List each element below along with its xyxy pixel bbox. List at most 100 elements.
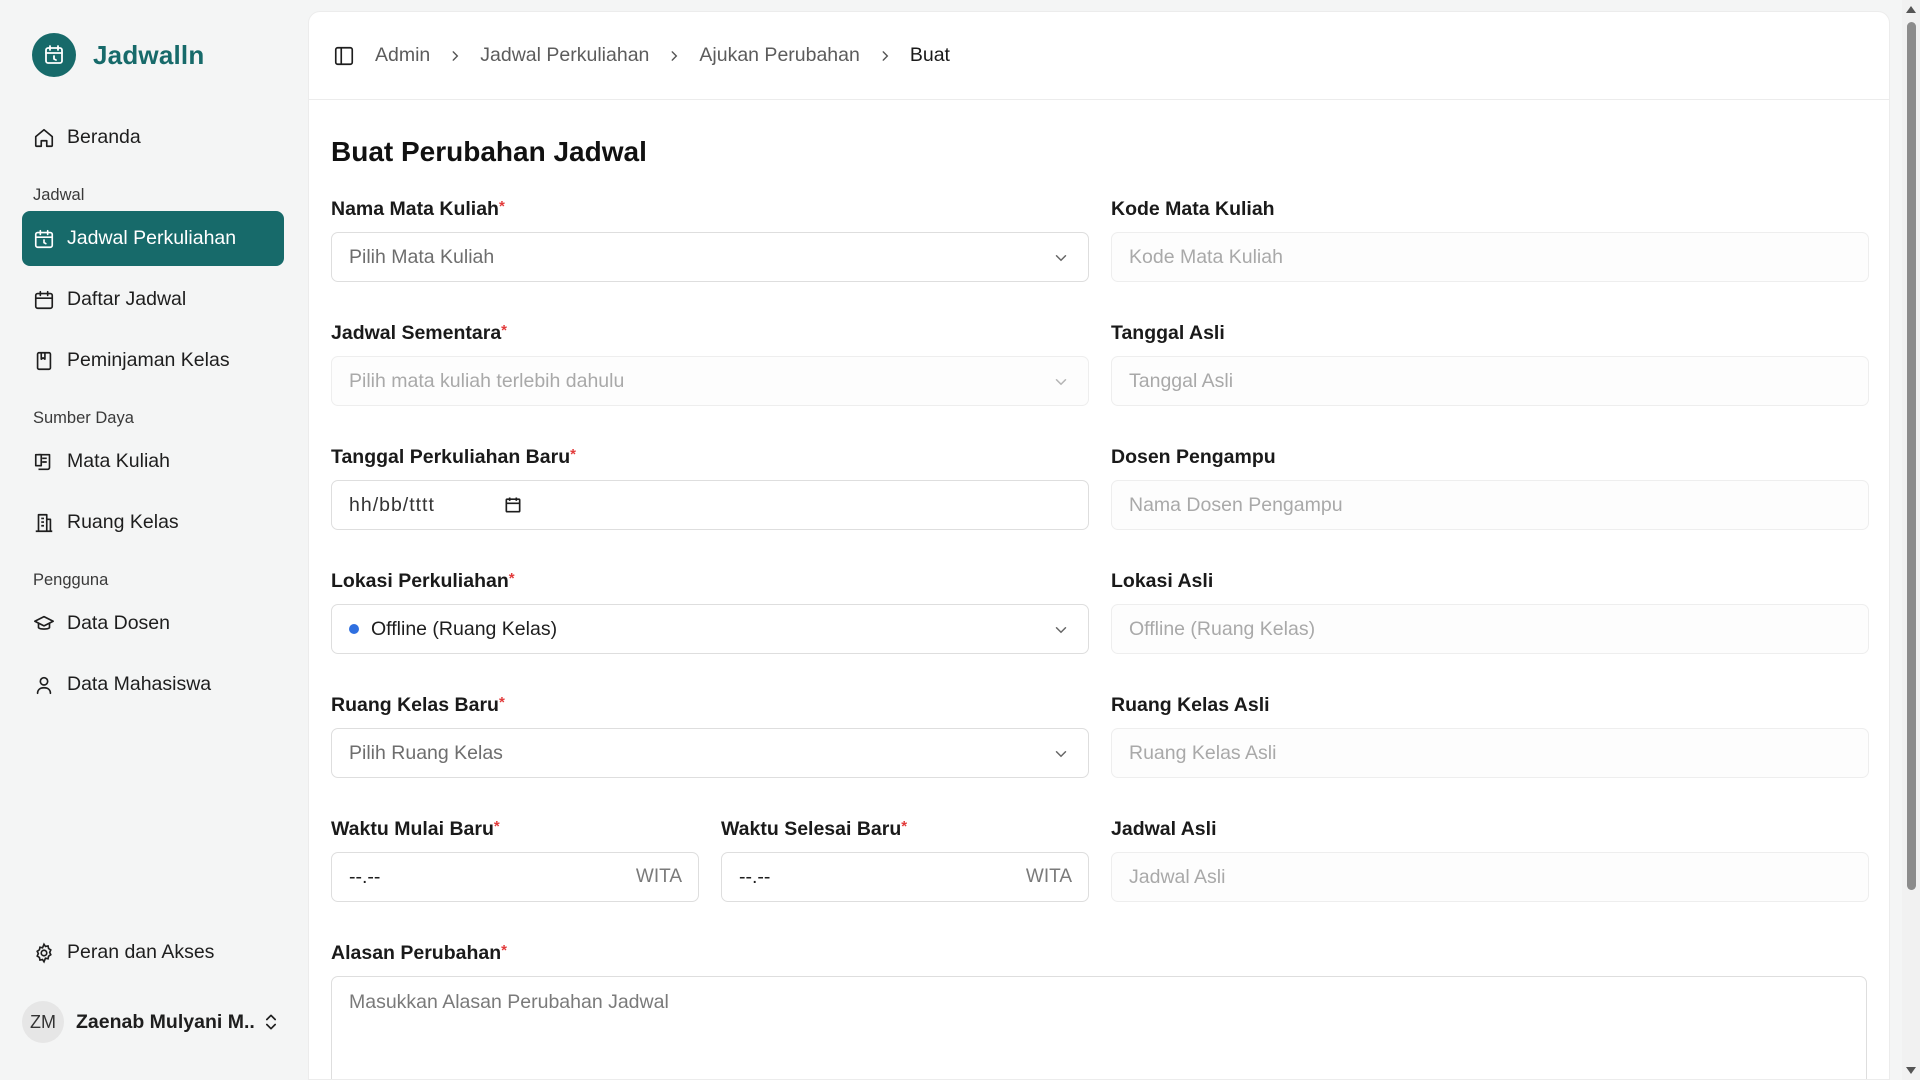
select-placeholder: Pilih Mata Kuliah [349, 245, 495, 268]
ruang-kelas-baru-select[interactable]: Pilih Ruang Kelas [331, 728, 1089, 778]
sidebar-item-label: Data Mahasiswa [67, 673, 212, 695]
input-placeholder: Nama Dosen Pengampu [1129, 493, 1343, 516]
input-placeholder: Ruang Kelas Asli [1129, 741, 1277, 764]
brand[interactable]: Jadwalln [22, 0, 284, 110]
ruang-kelas-asli-input[interactable]: Ruang Kelas Asli [1111, 728, 1869, 778]
chevron-down-icon [1055, 627, 1067, 634]
select-placeholder: Pilih Ruang Kelas [349, 741, 503, 764]
avatar: ZM [22, 1001, 64, 1043]
calendar-picker-icon[interactable] [503, 495, 523, 515]
chevron-down-icon [1055, 379, 1067, 386]
sidebar: Jadwalln Beranda Jadwal Jadwal Perkuliah… [0, 0, 306, 1080]
graduation-cap-icon [34, 615, 54, 630]
field-label: Ruang Kelas Asli [1111, 694, 1270, 716]
scroll-book-icon [34, 453, 51, 470]
sidebar-item-beranda[interactable]: Beranda [22, 110, 284, 165]
breadcrumb-item-jadwal-perkuliahan[interactable]: Jadwal Perkuliahan [480, 44, 649, 67]
input-placeholder: Kode Mata Kuliah [1129, 245, 1283, 268]
field-jadwal-asli: Jadwal Asli Jadwal Asli [1111, 818, 1869, 942]
required-mark: * [501, 322, 508, 339]
sidebar-item-peminjaman-kelas[interactable]: Peminjaman Kelas [22, 333, 284, 388]
dosen-pengampu-input[interactable]: Nama Dosen Pengampu [1111, 480, 1869, 530]
required-mark: * [570, 446, 576, 463]
scroll-down-arrow-icon[interactable] [1906, 1067, 1916, 1074]
field-ruang-kelas-asli: Ruang Kelas Asli Ruang Kelas Asli [1111, 694, 1869, 818]
sidebar-item-daftar-jadwal[interactable]: Daftar Jadwal [22, 272, 284, 327]
field-label: Jadwal Asli [1111, 818, 1217, 840]
sidebar-item-label: Ruang Kelas [67, 511, 179, 533]
field-kode-mata-kuliah: Kode Mata Kuliah Kode Mata Kuliah [1111, 198, 1869, 322]
calendar-icon [34, 290, 54, 309]
required-mark: * [901, 818, 908, 835]
tanggal-asli-input[interactable]: Tanggal Asli [1111, 356, 1869, 406]
chevron-up-down-icon [266, 1014, 276, 1030]
jadwal-asli-input[interactable]: Jadwal Asli [1111, 852, 1869, 902]
scrollbar-thumb[interactable] [1907, 22, 1916, 890]
chevron-right-icon [452, 50, 459, 61]
textarea-placeholder: Masukkan Alasan Perubahan Jadwal [349, 991, 669, 1013]
chevron-right-icon [671, 50, 678, 61]
scroll-up-arrow-icon[interactable] [1906, 6, 1916, 13]
breadcrumb-item-ajukan-perubahan[interactable]: Ajukan Perubahan [699, 44, 859, 67]
status-dot [349, 624, 359, 634]
field-group-waktu-baru: Waktu Mulai Baru* --.-- WITA Waktu Seles… [331, 818, 1089, 942]
bookmark-book-icon [36, 351, 52, 370]
waktu-selesai-baru-time-input[interactable]: --.-- WITA [721, 852, 1089, 902]
breadcrumb-item-admin[interactable]: Admin [375, 44, 430, 67]
waktu-mulai-baru-time-input[interactable]: --.-- WITA [331, 852, 699, 902]
sidebar-item-mata-kuliah[interactable]: Mata Kuliah [22, 434, 284, 489]
sidebar-item-label: Beranda [67, 126, 141, 148]
sidebar-item-label: Daftar Jadwal [67, 288, 187, 310]
sidebar-section-pengguna: Pengguna [33, 571, 109, 589]
app-name: Jadwalln [93, 39, 205, 70]
jadwal-sementara-select[interactable]: Pilih mata kuliah terlebih dahulu [331, 356, 1089, 406]
sidebar-item-label: Mata Kuliah [67, 450, 170, 472]
building-icon [35, 513, 53, 532]
lokasi-perkuliahan-select[interactable]: Offline (Ruang Kelas) [331, 604, 1089, 654]
user-icon [36, 676, 52, 694]
nama-mata-kuliah-select[interactable]: Pilih Mata Kuliah [331, 232, 1089, 282]
required-mark: * [498, 694, 505, 711]
field-alasan-perubahan: Alasan Perubahan* Masukkan Alasan Peruba… [331, 942, 1867, 1079]
field-waktu-mulai-baru: Waktu Mulai Baru* --.-- WITA [331, 818, 699, 942]
field-nama-mata-kuliah: Nama Mata Kuliah* Pilih Mata Kuliah [331, 198, 1089, 322]
alasan-perubahan-textarea[interactable]: Masukkan Alasan Perubahan Jadwal [331, 976, 1867, 1079]
field-tanggal-perkuliahan-baru: Tanggal Perkuliahan Baru* hh/bb/tttt [331, 446, 1089, 570]
sidebar-section-jadwal: Jadwal [33, 186, 85, 204]
input-placeholder: Jadwal Asli [1129, 865, 1226, 888]
chevron-right-icon [882, 50, 889, 61]
field-label: Nama Mata Kuliah [331, 198, 499, 220]
calendar-clock-icon [34, 229, 54, 248]
time-value: --.-- [349, 865, 381, 888]
calendar-logo-icon [32, 33, 76, 77]
sidebar-item-jadwal-perkuliahan[interactable]: Jadwal Perkuliahan [22, 211, 284, 266]
user-name: Zaenab Mulyani M... [76, 1010, 256, 1033]
field-lokasi-perkuliahan: Lokasi Perkuliahan* Offline (Ruang Kelas… [331, 570, 1089, 694]
sidebar-toggle-icon[interactable] [333, 45, 355, 67]
sidebar-item-data-mahasiswa[interactable]: Data Mahasiswa [22, 657, 284, 712]
field-ruang-kelas-baru: Ruang Kelas Baru* Pilih Ruang Kelas [331, 694, 1089, 818]
date-value: hh/bb/tttt [349, 493, 435, 516]
sidebar-item-data-dosen[interactable]: Data Dosen [22, 596, 284, 651]
sidebar-section-sumber-daya: Sumber Daya [33, 409, 134, 427]
tanggal-perkuliahan-baru-date-input[interactable]: hh/bb/tttt [331, 480, 1089, 530]
field-tanggal-asli: Tanggal Asli Tanggal Asli [1111, 322, 1869, 446]
sidebar-item-peran-dan-akses[interactable]: Peran dan Akses [22, 925, 284, 980]
chevron-down-icon [1055, 751, 1067, 758]
select-placeholder: Pilih mata kuliah terlebih dahulu [349, 369, 625, 392]
sidebar-item-label: Data Dosen [67, 612, 170, 634]
timezone-suffix: WITA [1025, 866, 1072, 887]
sidebar-bottom: Peran dan Akses ZM Zaenab Mulyani M... [22, 925, 284, 1052]
input-placeholder: Offline (Ruang Kelas) [1129, 617, 1316, 640]
page-scrollbar[interactable] [1902, 0, 1920, 1080]
field-label: Dosen Pengampu [1111, 446, 1276, 468]
field-label: Ruang Kelas Baru [331, 694, 499, 716]
input-placeholder: Tanggal Asli [1129, 369, 1234, 392]
field-label: Tanggal Perkuliahan Baru [331, 446, 571, 468]
required-mark: * [501, 942, 507, 959]
field-label: Kode Mata Kuliah [1111, 198, 1275, 220]
sidebar-item-ruang-kelas[interactable]: Ruang Kelas [22, 495, 284, 550]
lokasi-asli-input[interactable]: Offline (Ruang Kelas) [1111, 604, 1869, 654]
kode-mata-kuliah-input[interactable]: Kode Mata Kuliah [1111, 232, 1869, 282]
user-menu[interactable]: ZM Zaenab Mulyani M... [22, 992, 284, 1052]
